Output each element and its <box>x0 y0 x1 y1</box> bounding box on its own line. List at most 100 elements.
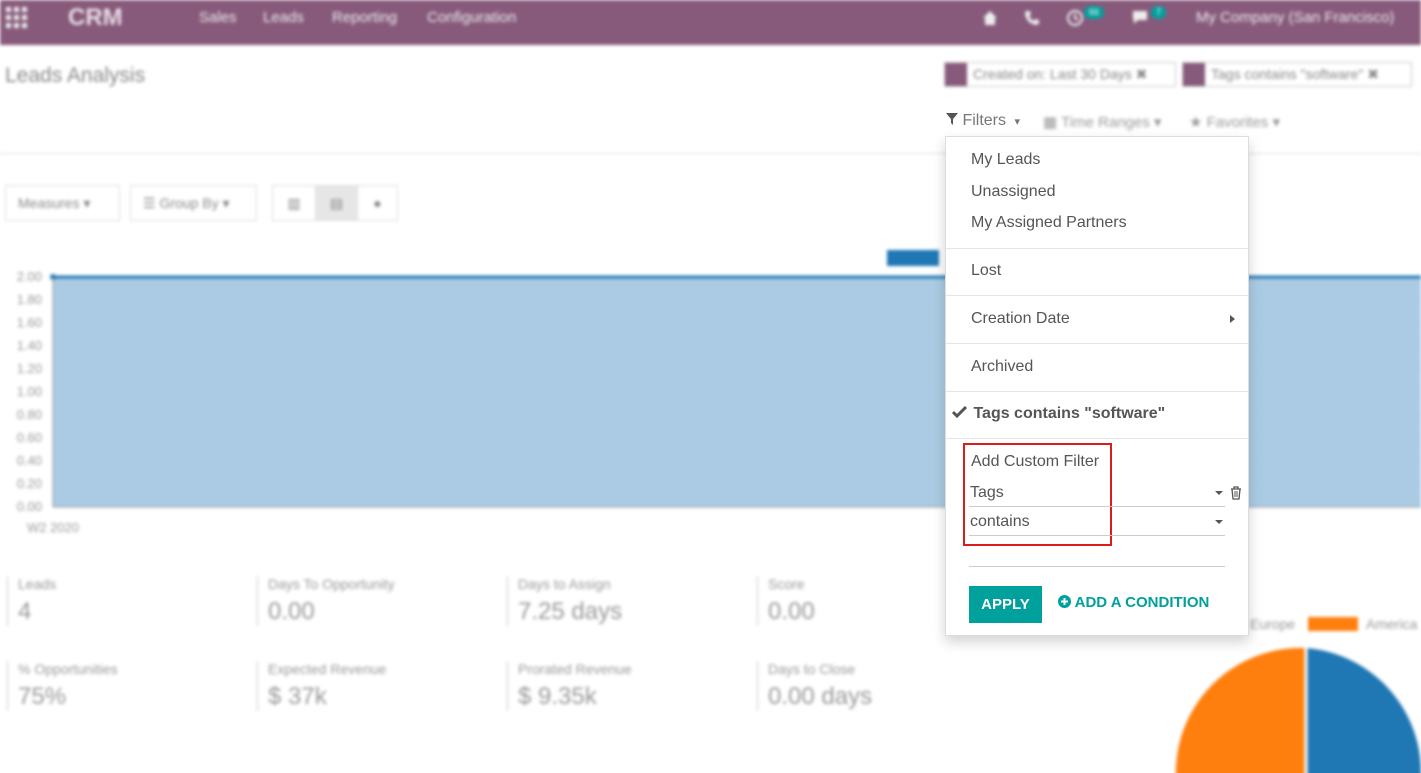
line-chart-button[interactable]: ▤ <box>315 185 358 221</box>
caret-down-icon <box>1215 491 1223 495</box>
company-switcher[interactable]: My Company (San Francisco) <box>1196 0 1394 45</box>
star-icon: ★ <box>1189 114 1203 131</box>
apply-button[interactable]: APPLY <box>969 586 1042 623</box>
bar-chart-button[interactable]: ▥ <box>272 185 316 221</box>
legend-label-america: America <box>1366 616 1418 632</box>
y-tick-label: 0.40 <box>17 453 42 468</box>
filter-archived[interactable]: Archived <box>971 356 1033 378</box>
kpi-value: 0.00 <box>768 598 815 625</box>
kpi-card: Score 0.00 <box>757 576 815 626</box>
messages-badge: 7 <box>1151 6 1167 19</box>
filter-lost[interactable]: Lost <box>971 260 1001 282</box>
calendar-icon: ▦ <box>1043 114 1058 131</box>
divider <box>946 391 1248 392</box>
nav-leads[interactable]: Leads <box>263 0 304 45</box>
activity-badge: 66 <box>1084 6 1105 19</box>
activity-icon[interactable]: 66 <box>1066 0 1105 45</box>
kpi-value: 4 <box>18 598 32 625</box>
add-custom-filter-title[interactable]: Add Custom Filter <box>971 451 1099 473</box>
pie-chart-button[interactable]: ● <box>357 185 398 221</box>
pie-chart-icon: ● <box>373 195 382 211</box>
kpi-card: Expected Revenue $ 37k <box>257 661 386 711</box>
plus-circle-icon <box>1058 594 1075 611</box>
y-tick-label: 0.60 <box>17 430 42 445</box>
phone-icon[interactable] <box>1024 0 1040 45</box>
y-tick-label: 1.40 <box>17 338 42 353</box>
favorites-toggle[interactable]: ★ Favorites ▾ <box>1189 113 1280 131</box>
kpi-card: % Opportunities 75% <box>7 661 118 711</box>
apps-menu-icon[interactable] <box>6 0 28 45</box>
divider <box>946 438 1248 439</box>
y-tick-label: 0.20 <box>17 476 42 491</box>
group-by-button[interactable]: ☰ Group By ▾ <box>130 185 257 221</box>
legend-swatch <box>887 250 939 266</box>
kpi-label: Score <box>768 576 805 592</box>
y-tick-label: 0.00 <box>17 499 42 514</box>
filter-unassigned[interactable]: Unassigned <box>971 181 1056 203</box>
filter-icon <box>946 112 962 129</box>
pie-slice-europe <box>1306 648 1421 773</box>
y-tick-label: 1.00 <box>17 384 42 399</box>
add-condition-button[interactable]: ADD A CONDITION <box>1058 594 1209 611</box>
messages-icon[interactable]: 7 <box>1131 0 1167 45</box>
line-chart-icon: ▤ <box>329 195 344 211</box>
time-ranges-toggle[interactable]: ▦ Time Ranges ▾ <box>1043 113 1161 131</box>
pie-chart <box>1175 647 1421 773</box>
caret-right-icon <box>1230 315 1235 323</box>
kpi-value: 7.25 days <box>518 598 623 625</box>
kpi-label: Prorated Revenue <box>518 661 632 677</box>
kpi-value: $ 37k <box>268 683 327 710</box>
custom-filter-value-input[interactable] <box>969 539 1225 567</box>
filter-tags-software[interactable]: Tags contains "software" <box>951 403 1165 425</box>
checkmark-icon <box>951 405 973 422</box>
page-title: Leads Analysis <box>5 64 146 87</box>
filter-icon <box>1183 63 1205 86</box>
kpi-value: 0.00 <box>268 598 315 625</box>
measures-button[interactable]: Measures ▾ <box>5 185 120 221</box>
y-tick-label: 2.00 <box>17 269 42 284</box>
custom-filter-field-select[interactable]: Tags <box>969 479 1225 507</box>
y-tick-label: 1.60 <box>17 315 42 330</box>
filter-my-leads[interactable]: My Leads <box>971 149 1040 171</box>
x-tick-label: W2 2020 <box>27 520 79 535</box>
filter-creation-date[interactable]: Creation Date <box>971 308 1235 330</box>
kpi-card: Days to Close 0.00 days <box>757 661 872 711</box>
filters-dropdown: My Leads Unassigned My Assigned Partners… <box>945 136 1249 636</box>
legend-swatch-america <box>1308 617 1358 631</box>
list-icon: ☰ <box>143 195 156 211</box>
nav-reporting[interactable]: Reporting <box>332 0 397 45</box>
kpi-value: 0.00 days <box>768 683 873 710</box>
nav-sales[interactable]: Sales <box>199 0 237 45</box>
y-tick-label: 0.80 <box>17 407 42 422</box>
kpi-label: Expected Revenue <box>268 661 387 677</box>
kpi-label: Leads <box>18 576 57 592</box>
trash-icon[interactable] <box>1230 486 1242 505</box>
facet-created-on[interactable]: Created on: Last 30 Days ✖ <box>944 62 1176 87</box>
kpi-card: Days to Assign 7.25 days <box>507 576 622 626</box>
caret-down-icon: ▾ <box>1014 116 1020 128</box>
nav-configuration[interactable]: Configuration <box>427 0 516 45</box>
facet-tags[interactable]: Tags contains "software" ✖ <box>1182 62 1412 87</box>
filter-my-assigned-partners[interactable]: My Assigned Partners <box>971 212 1127 234</box>
kpi-label: Days to Close <box>768 661 856 677</box>
app-brand[interactable]: CRM <box>68 0 123 45</box>
kpi-card: Leads 4 <box>7 576 56 626</box>
calendar-icon <box>945 63 967 86</box>
top-navbar: CRM Sales Leads Reporting Configuration … <box>0 0 1421 45</box>
custom-filter-operator-select[interactable]: contains <box>969 508 1225 536</box>
kpi-value: 75% <box>18 683 67 710</box>
pie-slice-america <box>1175 647 1306 773</box>
kpi-card: Days To Opportunity 0.00 <box>257 576 395 626</box>
filters-toggle[interactable]: Filters ▾ <box>946 109 1020 134</box>
kpi-card: Prorated Revenue $ 9.35k <box>507 661 632 711</box>
kpi-label: % Opportunities <box>18 661 118 677</box>
kpi-label: Days To Opportunity <box>268 576 395 592</box>
divider <box>946 343 1248 344</box>
divider <box>946 248 1248 249</box>
home-icon[interactable] <box>982 0 998 45</box>
caret-down-icon <box>1215 520 1223 524</box>
kpi-label: Days to Assign <box>518 576 611 592</box>
divider <box>946 295 1248 296</box>
legend-label-europe: Europe <box>1250 616 1296 632</box>
y-tick-label: 1.20 <box>17 361 42 376</box>
